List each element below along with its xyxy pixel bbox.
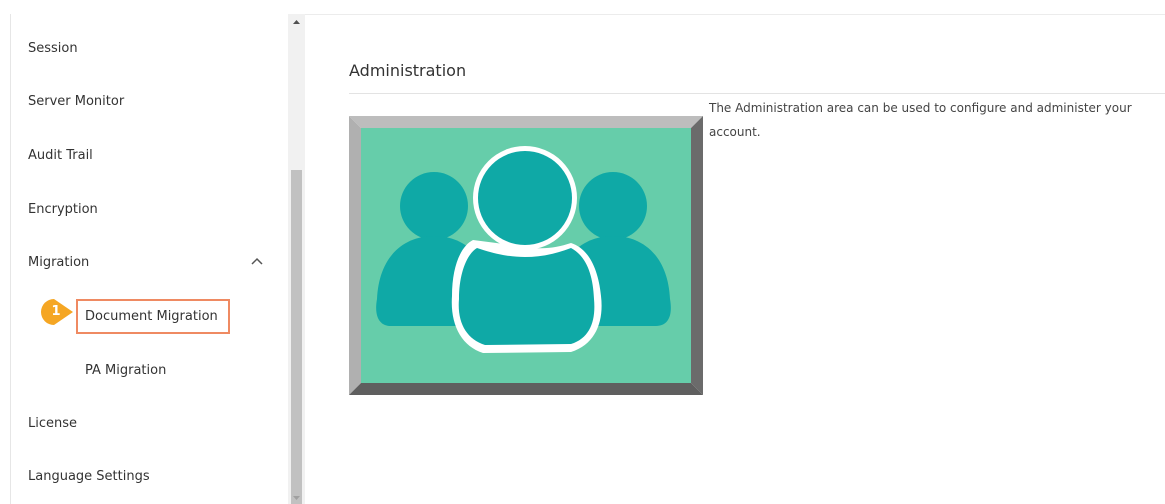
sidebar-item-server-monitor[interactable]: Server Monitor [28,93,124,111]
step-number: 1 [51,304,61,319]
sidebar-item-migration[interactable]: Migration [28,254,89,272]
page-title: Administration [349,61,467,80]
title-divider [349,93,1165,94]
sidebar-item-license[interactable]: License [28,415,77,433]
sidebar-item-audit-trail[interactable]: Audit Trail [28,147,93,165]
page-description: The Administration area can be used to c… [709,101,1132,139]
sidebar-item-language-settings[interactable]: Language Settings [28,468,150,486]
sidebar-item-pa-migration[interactable]: PA Migration [85,362,166,380]
sidebar-scrollbar[interactable] [288,14,305,504]
sidebar-item-session[interactable]: Session [28,40,78,58]
scrollbar-thumb[interactable] [291,170,302,504]
chevron-up-icon[interactable] [250,254,264,268]
scroll-down-arrow-icon[interactable] [288,494,305,504]
highlight-box [76,299,230,334]
users-group-icon [349,116,703,395]
sidebar-item-encryption[interactable]: Encryption [28,201,98,219]
scroll-up-arrow-icon[interactable] [288,14,305,30]
